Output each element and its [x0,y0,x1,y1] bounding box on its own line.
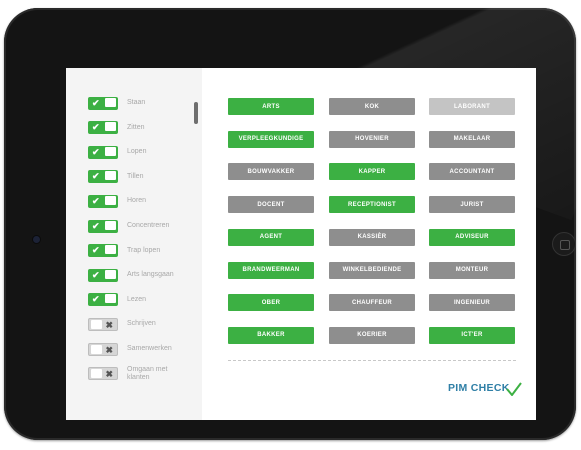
profession-button[interactable]: VERPLEEGKUNDIGE [228,130,314,148]
profession-button[interactable]: CHAUFFEUR [329,294,415,312]
profession-button[interactable]: KOERIER [329,326,415,344]
check-icon: ✔ [92,171,100,182]
sidebar-scrollbar[interactable] [194,102,198,124]
toggle-knob [105,195,116,205]
toggle-label: Zitten [127,123,145,131]
toggle-knob [105,122,116,132]
logo-text: PIM CHECK [448,382,510,394]
toggle-label: Lezen [127,295,147,303]
toggle-knob [105,220,116,230]
toggle-row[interactable]: ✔ Tillen [88,170,187,184]
toggle-row[interactable]: ✔ Lopen [88,145,187,159]
toggle-row[interactable]: ✔ Zitten [88,121,187,135]
toggle-row[interactable]: ✖ Schrijven [88,317,187,331]
home-button[interactable] [552,232,576,256]
pim-check-logo: PIM CHECK [448,378,522,398]
toggle-row[interactable]: ✔ Lezen [88,293,187,307]
check-icon: ✔ [92,294,100,305]
check-icon: ✔ [92,122,100,133]
profession-button[interactable]: LABORANT [429,98,515,115]
toggle-row[interactable]: ✔ Staan [88,96,187,110]
toggle-label: Staan [127,99,146,106]
profession-button[interactable]: INGENIEUR [429,294,515,312]
toggle-switch[interactable]: ✔ [88,145,118,159]
toggle-knob [105,146,116,156]
app-screen: ✔ Staan ✔ Zitten ✔ Lopen ✔ Tillen ✔ Horen ✔ Concent… [66,68,536,420]
toggle-label: Schrijven [127,320,156,328]
profession-button[interactable]: KOK [329,98,415,115]
home-button-icon [560,240,570,250]
profession-button[interactable]: AGENT [228,228,314,246]
profession-button[interactable]: HOVENIER [329,130,415,148]
check-icon: ✔ [92,220,100,231]
toggle-knob [105,294,116,304]
cross-icon: ✖ [105,319,113,330]
dashed-divider [228,360,516,361]
toggle-switch[interactable]: ✖ [88,317,118,331]
profession-button[interactable]: OBER [228,294,314,312]
profession-button[interactable]: RECEPTIONIST [329,196,415,214]
toggle-switch[interactable]: ✔ [88,219,118,233]
toggle-row[interactable]: ✔ Horen [88,194,187,208]
toggle-label: Tillen [127,172,144,180]
toggle-row[interactable]: ✔ Arts langsgaan [88,268,187,282]
profession-button[interactable]: DOCENT [228,196,314,214]
toggle-switch[interactable]: ✔ [88,268,118,282]
profession-button[interactable]: ACCOUNTANT [429,163,515,181]
profession-button[interactable]: MONTEUR [429,261,515,279]
toggle-knob [105,171,116,181]
profession-button[interactable]: JURIST [429,196,515,214]
toggle-switch[interactable]: ✔ [88,170,118,184]
check-icon: ✔ [92,269,100,280]
check-icon: ✔ [92,195,100,206]
cross-icon: ✖ [105,369,113,380]
toggle-switch[interactable]: ✔ [88,194,118,208]
check-icon: ✔ [92,146,100,157]
toggle-switch[interactable]: ✖ [88,367,118,381]
toggle-switch[interactable]: ✔ [88,244,118,258]
toggle-label: Trap lopen [127,246,161,254]
profession-button[interactable]: ICT'ER [429,326,515,344]
profession-button[interactable]: KASSIÈR [329,228,415,246]
profession-button[interactable]: ADVISEUR [429,228,515,246]
sidebar-toggle-list: ✔ Staan ✔ Zitten ✔ Lopen ✔ Tillen ✔ Horen ✔ Concent… [66,68,202,420]
profession-button[interactable]: BOUWVAKKER [228,163,314,181]
logo-check-icon [505,382,522,396]
toggle-knob [105,97,116,107]
toggle-label: Samenwerken [127,345,172,352]
toggle-label: Concentreren [127,222,170,229]
camera-lens [33,236,40,243]
profession-button[interactable]: KAPPER [329,163,415,181]
toggle-row[interactable]: ✔ Trap lopen [88,244,187,258]
toggle-switch[interactable]: ✔ [88,121,118,135]
toggle-row[interactable]: ✖ Omgaan met klanten [88,365,187,381]
toggle-label: Arts langsgaan [127,271,174,279]
toggle-knob [105,245,116,255]
check-icon: ✔ [92,97,100,108]
toggle-row[interactable]: ✔ Concentreren [88,219,187,233]
toggle-row[interactable]: ✖ Samenwerken [88,342,187,356]
profession-button[interactable]: WINKELBEDIENDE [329,261,415,279]
profession-button[interactable]: BAKKER [228,326,314,344]
profession-button[interactable]: MAKELAAR [429,130,515,148]
toggle-knob [91,369,102,379]
profession-button[interactable]: ARTS [228,98,314,115]
tablet-frame: ✔ Staan ✔ Zitten ✔ Lopen ✔ Tillen ✔ Horen ✔ Concent… [4,8,576,440]
check-icon: ✔ [92,245,100,256]
cross-icon: ✖ [105,344,113,355]
toggle-label: Omgaan met klanten [127,365,168,381]
toggle-switch[interactable]: ✔ [88,96,118,110]
profession-button[interactable]: BRANDWEERMAN [228,261,314,279]
toggle-switch[interactable]: ✖ [88,342,118,356]
toggle-knob [91,344,102,354]
toggle-knob [105,269,116,279]
toggle-knob [91,319,102,329]
toggle-label: Horen [127,197,147,205]
toggle-switch[interactable]: ✔ [88,293,118,307]
toggle-label: Lopen [127,148,147,156]
